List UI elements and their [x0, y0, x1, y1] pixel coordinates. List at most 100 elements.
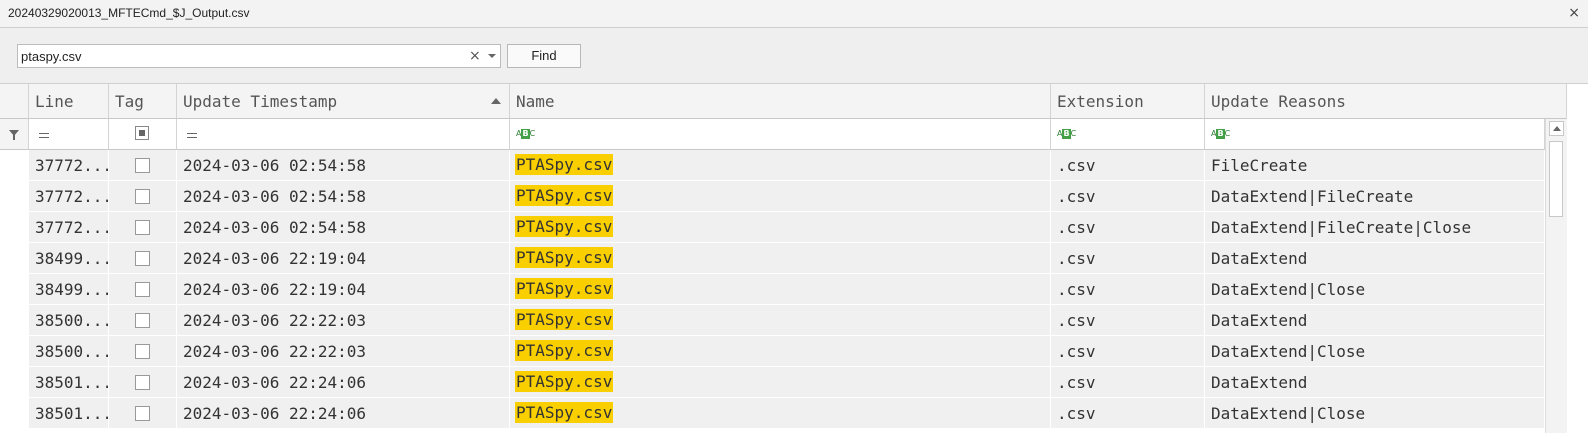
cell-tag[interactable] [109, 243, 177, 274]
cell-tag[interactable] [109, 398, 177, 429]
find-button[interactable]: Find [507, 44, 581, 68]
tag-checkbox[interactable] [135, 189, 150, 204]
tag-checkbox[interactable] [135, 251, 150, 266]
cell-extension[interactable]: .csv [1051, 336, 1205, 367]
cell-extension[interactable]: .csv [1051, 305, 1205, 336]
column-header-tag[interactable]: Tag [109, 84, 177, 119]
cell-reasons[interactable]: DataExtend|FileCreate|Close [1205, 212, 1545, 243]
table-row[interactable]: 37772... 2024-03-06 02:54:58 PTASpy.csv .cs… [0, 212, 1545, 243]
cell-reasons[interactable]: DataExtend|Close [1205, 398, 1545, 429]
tag-checkbox[interactable] [135, 282, 150, 297]
table-row[interactable]: 38501... 2024-03-06 22:24:06 PTASpy.csv .cs… [0, 398, 1545, 429]
cell-timestamp[interactable]: 2024-03-06 22:24:06 [177, 367, 510, 398]
cell-tag[interactable] [109, 274, 177, 305]
filter-cell-update-timestamp[interactable] [177, 119, 510, 150]
cell-timestamp[interactable]: 2024-03-06 02:54:58 [177, 212, 510, 243]
cell-name[interactable]: PTASpy.csv [510, 150, 1051, 181]
tag-checkbox[interactable] [135, 406, 150, 421]
cell-extension[interactable]: .csv [1051, 243, 1205, 274]
tag-checkbox[interactable] [135, 344, 150, 359]
filter-cell-extension[interactable]: ABC [1051, 119, 1205, 150]
cell-timestamp[interactable]: 2024-03-06 22:22:03 [177, 305, 510, 336]
cell-name[interactable]: PTASpy.csv [510, 212, 1051, 243]
cell-extension[interactable]: .csv [1051, 274, 1205, 305]
column-header-update-reasons[interactable]: Update Reasons [1205, 84, 1567, 119]
column-header-update-timestamp[interactable]: Update Timestamp [177, 84, 510, 119]
vertical-scrollbar[interactable] [1545, 119, 1567, 433]
cell-timestamp[interactable]: 2024-03-06 22:19:04 [177, 243, 510, 274]
cell-tag[interactable] [109, 150, 177, 181]
cell-name[interactable]: PTASpy.csv [510, 398, 1051, 429]
clear-icon[interactable]: × [469, 47, 481, 65]
cell-name[interactable]: PTASpy.csv [510, 243, 1051, 274]
cell-reasons[interactable]: DataExtend [1205, 243, 1545, 274]
indeterminate-checkbox-icon[interactable] [135, 126, 149, 140]
row-indicator[interactable] [0, 336, 29, 367]
tag-checkbox[interactable] [135, 313, 150, 328]
table-row[interactable]: 38499... 2024-03-06 22:19:04 PTASpy.csv .cs… [0, 274, 1545, 305]
row-indicator[interactable] [0, 150, 29, 181]
cell-tag[interactable] [109, 336, 177, 367]
cell-reasons[interactable]: DataExtend|Close [1205, 274, 1545, 305]
scroll-thumb[interactable] [1549, 141, 1563, 217]
cell-tag[interactable] [109, 305, 177, 336]
cell-line[interactable]: 37772... [29, 181, 109, 212]
cell-line[interactable]: 38499... [29, 243, 109, 274]
cell-name[interactable]: PTASpy.csv [510, 305, 1051, 336]
cell-extension[interactable]: .csv [1051, 181, 1205, 212]
table-row[interactable]: 37772... 2024-03-06 02:54:58 PTASpy.csv .cs… [0, 181, 1545, 212]
cell-tag[interactable] [109, 367, 177, 398]
table-row[interactable]: 38499... 2024-03-06 22:19:04 PTASpy.csv .cs… [0, 243, 1545, 274]
row-indicator[interactable] [0, 243, 29, 274]
row-indicator[interactable] [0, 274, 29, 305]
cell-reasons[interactable]: FileCreate [1205, 150, 1545, 181]
table-row[interactable]: 38501... 2024-03-06 22:24:06 PTASpy.csv .cs… [0, 367, 1545, 398]
column-header-line[interactable]: Line [29, 84, 109, 119]
tag-checkbox[interactable] [135, 158, 150, 173]
cell-line[interactable]: 38501... [29, 398, 109, 429]
cell-name[interactable]: PTASpy.csv [510, 274, 1051, 305]
cell-line[interactable]: 38500... [29, 305, 109, 336]
column-header-extension[interactable]: Extension [1051, 84, 1205, 119]
cell-timestamp[interactable]: 2024-03-06 22:19:04 [177, 274, 510, 305]
cell-timestamp[interactable]: 2024-03-06 02:54:58 [177, 181, 510, 212]
cell-timestamp[interactable]: 2024-03-06 22:22:03 [177, 336, 510, 367]
row-indicator[interactable] [0, 398, 29, 429]
filter-cell-update-reasons[interactable]: ABC [1205, 119, 1545, 150]
close-icon[interactable]: × [1568, 4, 1580, 22]
cell-reasons[interactable]: DataExtend [1205, 305, 1545, 336]
cell-name[interactable]: PTASpy.csv [510, 367, 1051, 398]
filter-icon[interactable] [9, 130, 19, 140]
cell-name[interactable]: PTASpy.csv [510, 336, 1051, 367]
cell-extension[interactable]: .csv [1051, 212, 1205, 243]
filter-cell-tag[interactable] [109, 119, 177, 150]
cell-line[interactable]: 37772... [29, 212, 109, 243]
cell-reasons[interactable]: DataExtend|Close [1205, 336, 1545, 367]
cell-timestamp[interactable]: 2024-03-06 22:24:06 [177, 398, 510, 429]
filter-row-indicator[interactable] [0, 119, 29, 150]
cell-line[interactable]: 38501... [29, 367, 109, 398]
row-indicator[interactable] [0, 305, 29, 336]
cell-tag[interactable] [109, 181, 177, 212]
chevron-down-icon[interactable] [488, 54, 496, 58]
tag-checkbox[interactable] [135, 220, 150, 235]
cell-name[interactable]: PTASpy.csv [510, 181, 1051, 212]
row-indicator[interactable] [0, 212, 29, 243]
table-row[interactable]: 38500... 2024-03-06 22:22:03 PTASpy.csv .cs… [0, 336, 1545, 367]
cell-extension[interactable]: .csv [1051, 398, 1205, 429]
cell-line[interactable]: 38499... [29, 274, 109, 305]
row-indicator[interactable] [0, 181, 29, 212]
search-box[interactable]: × [17, 44, 501, 68]
cell-reasons[interactable]: DataExtend|FileCreate [1205, 181, 1545, 212]
scroll-up-icon[interactable] [1549, 121, 1564, 136]
row-indicator[interactable] [0, 367, 29, 398]
tag-checkbox[interactable] [135, 375, 150, 390]
cell-tag[interactable] [109, 212, 177, 243]
filter-cell-line[interactable] [29, 119, 109, 150]
search-input[interactable] [21, 47, 451, 65]
table-row[interactable]: 38500... 2024-03-06 22:22:03 PTASpy.csv .cs… [0, 305, 1545, 336]
cell-timestamp[interactable]: 2024-03-06 02:54:58 [177, 150, 510, 181]
cell-extension[interactable]: .csv [1051, 367, 1205, 398]
cell-reasons[interactable]: DataExtend [1205, 367, 1545, 398]
table-row[interactable]: 37772... 2024-03-06 02:54:58 PTASpy.csv .cs… [0, 150, 1545, 181]
